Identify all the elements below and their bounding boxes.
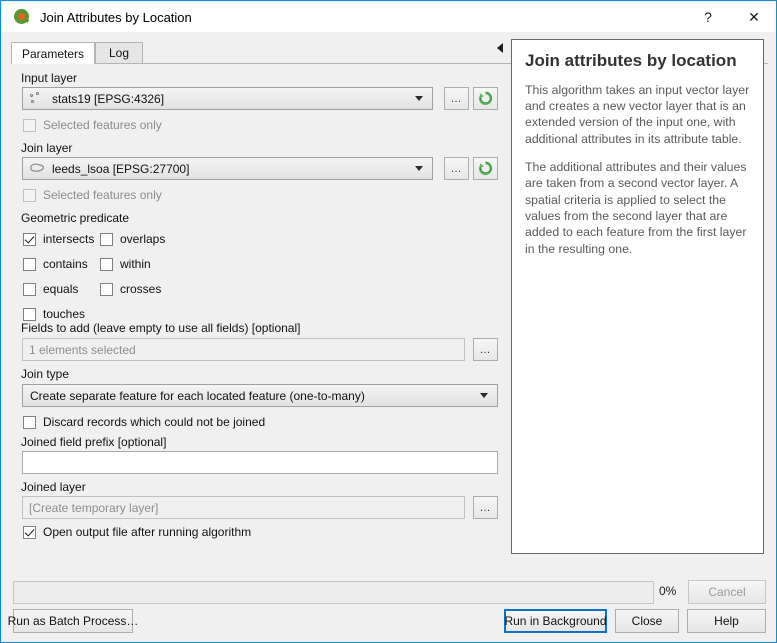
input-selected-features-only-checkbox: Selected features only bbox=[23, 118, 162, 132]
collapse-left-arrow-icon[interactable] bbox=[496, 43, 505, 53]
parameters-panel: Input layer stats19 [EPSG:4326] … Select… bbox=[12, 64, 498, 554]
predicate-overlaps-checkbox[interactable]: overlaps bbox=[100, 232, 165, 246]
join-type-value: Create separate feature for each located… bbox=[30, 388, 365, 403]
predicate-overlaps-label: overlaps bbox=[120, 232, 166, 246]
joined-layer-browse-button[interactable]: … bbox=[473, 496, 498, 519]
joined-field-prefix-label: Joined field prefix [optional] bbox=[21, 435, 167, 449]
join-type-combo[interactable]: Create separate feature for each located… bbox=[22, 384, 498, 407]
tab-log[interactable]: Log bbox=[95, 42, 143, 63]
input-layer-combo[interactable]: stats19 [EPSG:4326] bbox=[22, 87, 433, 110]
predicate-crosses-label: crosses bbox=[120, 282, 162, 296]
input-layer-browse-button[interactable]: … bbox=[444, 87, 469, 110]
cancel-button[interactable]: Cancel bbox=[688, 580, 766, 604]
join-layer-value: leeds_lsoa [EPSG:27700] bbox=[52, 161, 190, 176]
refresh-iterate-icon bbox=[478, 161, 493, 176]
fields-to-add-value: 1 elements selected bbox=[29, 342, 136, 357]
checkbox-box bbox=[23, 415, 36, 429]
run-in-background-button[interactable]: Run in Background bbox=[504, 609, 607, 633]
join-layer-iterate-button[interactable] bbox=[473, 157, 498, 180]
help-paragraph-1: This algorithm takes an input vector lay… bbox=[525, 82, 750, 146]
predicate-contains-checkbox[interactable]: contains bbox=[23, 257, 88, 271]
progress-percent-label: 0% bbox=[659, 584, 677, 598]
fields-to-add-input[interactable]: 1 elements selected bbox=[22, 338, 465, 361]
joined-layer-label: Joined layer bbox=[21, 480, 86, 494]
joined-layer-placeholder: [Create temporary layer] bbox=[29, 500, 159, 515]
chevron-down-icon bbox=[415, 166, 423, 171]
predicate-touches-label: touches bbox=[43, 307, 86, 321]
fields-to-add-browse-button[interactable]: … bbox=[473, 338, 498, 361]
help-button[interactable]: Help bbox=[687, 609, 766, 633]
chevron-down-icon bbox=[415, 96, 423, 101]
join-layer-browse-button[interactable]: … bbox=[444, 157, 469, 180]
input-layer-value: stats19 [EPSG:4326] bbox=[52, 91, 165, 106]
input-selected-features-only-label: Selected features only bbox=[43, 118, 162, 132]
predicate-within-checkbox[interactable]: within bbox=[100, 257, 151, 271]
predicate-equals-checkbox[interactable]: equals bbox=[23, 282, 78, 296]
predicate-within-label: within bbox=[120, 257, 151, 271]
predicate-contains-label: contains bbox=[43, 257, 88, 271]
predicate-intersects-label: intersects bbox=[43, 232, 95, 246]
discard-records-checkbox[interactable]: Discard records which could not be joine… bbox=[23, 415, 265, 429]
polygon-layer-icon bbox=[29, 162, 45, 176]
help-title: Join attributes by location bbox=[525, 51, 737, 70]
checkbox-box bbox=[23, 118, 36, 132]
predicate-intersects-checkbox[interactable]: intersects bbox=[23, 232, 94, 246]
joined-layer-input[interactable]: [Create temporary layer] bbox=[22, 496, 465, 519]
fields-to-add-label: Fields to add (leave empty to use all fi… bbox=[21, 321, 301, 335]
checkbox-box bbox=[100, 232, 113, 246]
join-layer-label: Join layer bbox=[21, 141, 73, 155]
close-button[interactable]: Close bbox=[615, 609, 679, 633]
title-bar: Join Attributes by Location ? ✕ bbox=[2, 2, 776, 32]
refresh-iterate-icon bbox=[478, 91, 493, 106]
predicate-equals-label: equals bbox=[43, 282, 79, 296]
run-as-batch-process-button[interactable]: Run as Batch Process… bbox=[8, 609, 138, 633]
input-layer-iterate-button[interactable] bbox=[473, 87, 498, 110]
help-paragraph-2: The additional attributes and their valu… bbox=[525, 159, 747, 256]
join-layer-combo[interactable]: leeds_lsoa [EPSG:27700] bbox=[22, 157, 433, 180]
predicate-crosses-checkbox[interactable]: crosses bbox=[100, 282, 161, 296]
checkbox-box bbox=[23, 188, 36, 202]
close-icon[interactable]: ✕ bbox=[731, 2, 776, 32]
joined-field-prefix-input[interactable] bbox=[22, 451, 498, 474]
open-output-file-label: Open output file after running algorithm bbox=[43, 525, 252, 539]
algorithm-help-panel: Join attributes by location This algorit… bbox=[511, 39, 764, 554]
checkbox-box bbox=[100, 282, 113, 296]
window-title: Join Attributes by Location bbox=[40, 9, 192, 25]
join-attributes-by-location-dialog: Join Attributes by Location ? ✕ Paramete… bbox=[0, 0, 777, 643]
predicate-touches-checkbox[interactable]: touches bbox=[23, 307, 85, 321]
checkbox-box bbox=[23, 307, 36, 321]
checkbox-box bbox=[23, 525, 36, 539]
checkbox-box bbox=[100, 257, 113, 271]
point-layer-icon bbox=[29, 91, 45, 106]
checkbox-box bbox=[23, 232, 36, 246]
chevron-down-icon bbox=[480, 393, 488, 398]
tab-parameters[interactable]: Parameters bbox=[11, 42, 95, 64]
qgis-logo-icon bbox=[13, 8, 31, 26]
help-titlebar-button[interactable]: ? bbox=[685, 2, 731, 32]
progress-bar bbox=[13, 581, 654, 604]
join-type-label: Join type bbox=[21, 367, 70, 381]
open-output-file-checkbox[interactable]: Open output file after running algorithm bbox=[23, 525, 251, 539]
join-selected-features-only-checkbox: Selected features only bbox=[23, 188, 162, 202]
checkbox-box bbox=[23, 257, 36, 271]
geometric-predicate-label: Geometric predicate bbox=[21, 211, 130, 225]
join-selected-features-only-label: Selected features only bbox=[43, 188, 162, 202]
window-controls: ? ✕ bbox=[685, 2, 776, 32]
checkbox-box bbox=[23, 282, 36, 296]
discard-records-label: Discard records which could not be joine… bbox=[43, 415, 266, 429]
input-layer-label: Input layer bbox=[21, 71, 78, 85]
